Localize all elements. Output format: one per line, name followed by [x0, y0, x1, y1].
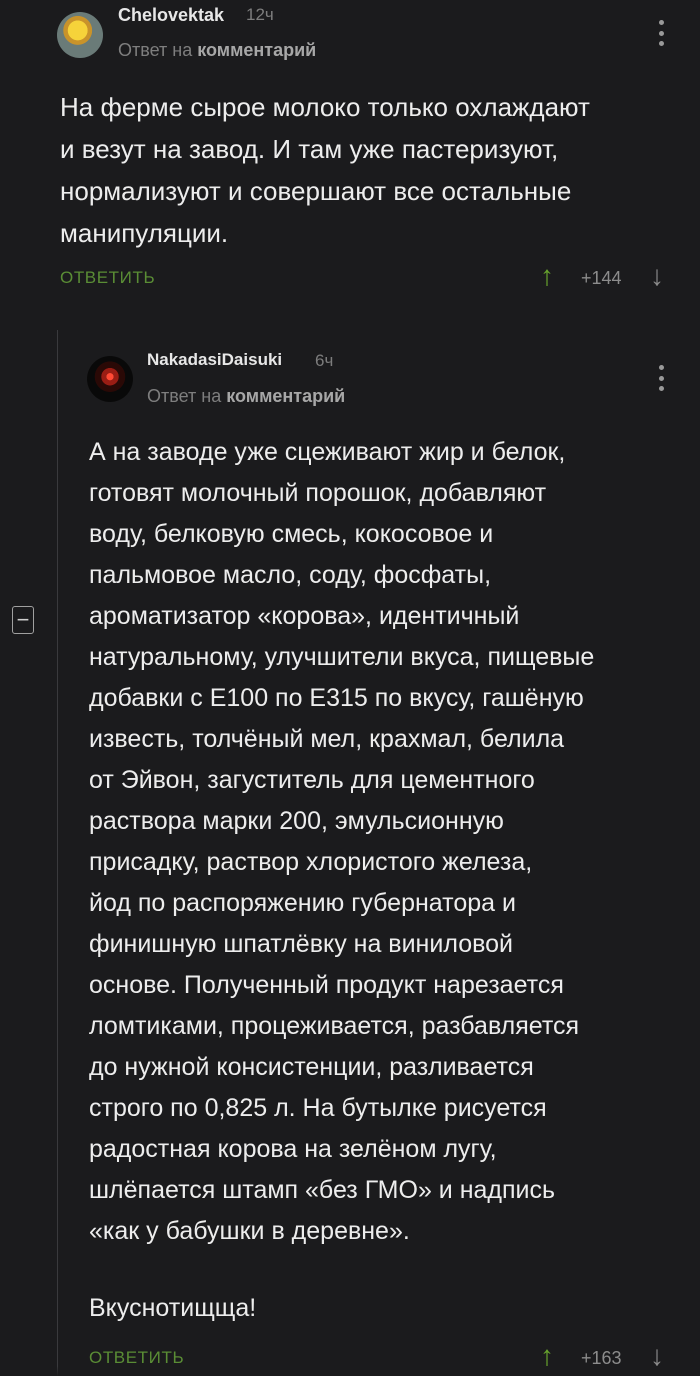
- comment-1-reply-button[interactable]: ОТВЕТИТЬ: [60, 268, 155, 288]
- upvote-icon[interactable]: ↑: [540, 262, 554, 290]
- comment-2-text: А на заводе уже сцеживают жир и белок, г…: [89, 438, 595, 1245]
- comment-1-score: +144: [581, 268, 622, 288]
- comment-2-text-tail: Вкуснотищща!: [89, 1294, 257, 1322]
- comment-2-reply-button[interactable]: ОТВЕТИТЬ: [89, 1348, 184, 1368]
- avatar[interactable]: [57, 12, 103, 58]
- upvote-icon[interactable]: ↑: [540, 1342, 554, 1370]
- more-vertical-icon[interactable]: [657, 20, 665, 46]
- reply-prefix: Ответ на: [118, 40, 193, 60]
- comment-2-username[interactable]: NakadasiDaisuki: [147, 350, 282, 370]
- more-vertical-icon[interactable]: [657, 365, 665, 391]
- downvote-icon[interactable]: ↓: [650, 262, 664, 290]
- reply-target-link[interactable]: комментарий: [226, 386, 345, 406]
- comment-1-time: 12ч: [246, 5, 274, 24]
- comment-1-username[interactable]: Chelovektak: [118, 5, 224, 26]
- comment-2-score: +163: [581, 1348, 622, 1368]
- downvote-icon[interactable]: ↓: [650, 1342, 664, 1370]
- reply-prefix: Ответ на: [147, 386, 222, 406]
- comment-2-reply-reference: Ответ на комментарий: [147, 386, 345, 407]
- reply-target-link[interactable]: комментарий: [197, 40, 316, 60]
- comment-1-text: На ферме сырое молоко только охлаждают и…: [60, 92, 590, 248]
- comment-2-time: 6ч: [315, 351, 334, 370]
- comment-1-reply-reference: Ответ на комментарий: [118, 40, 316, 61]
- avatar[interactable]: [87, 356, 133, 402]
